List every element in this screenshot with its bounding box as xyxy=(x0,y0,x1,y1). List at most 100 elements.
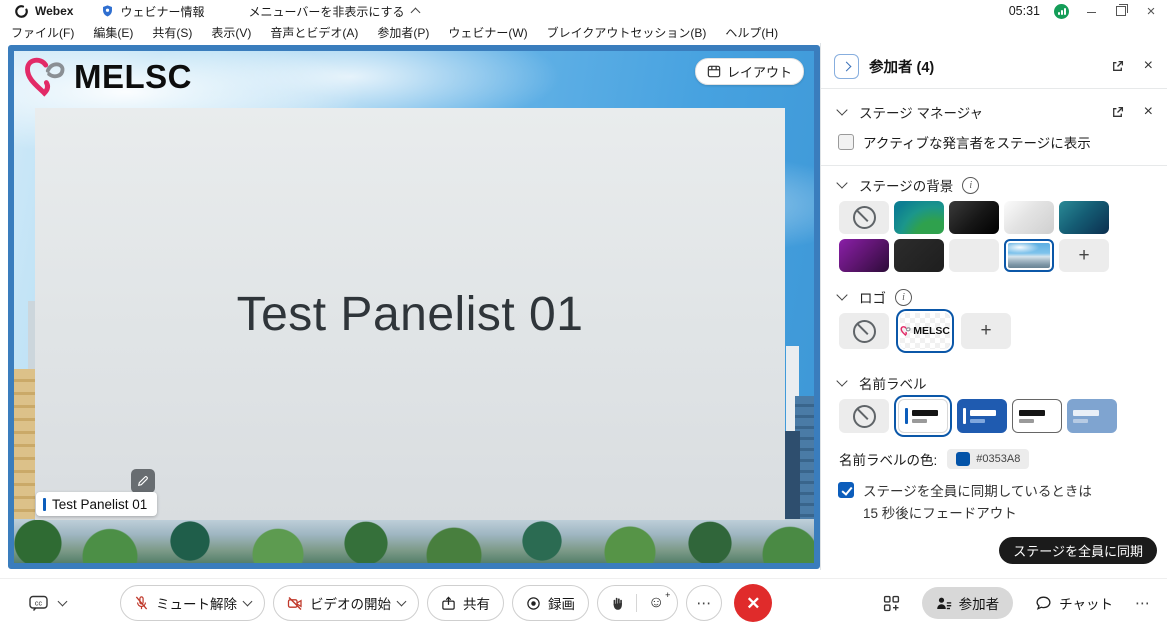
color-swatch xyxy=(956,452,970,466)
name-label-option-outline[interactable] xyxy=(1012,399,1062,433)
menu-participants[interactable]: 参加者(P) xyxy=(374,23,432,42)
menu-audio-video[interactable]: 音声とビデオ(A) xyxy=(267,23,361,42)
logo-option-none[interactable] xyxy=(839,313,889,349)
chevron-down-icon[interactable] xyxy=(836,104,847,115)
name-label-option-accent-bar-selected[interactable] xyxy=(898,399,948,433)
chevron-down-icon[interactable] xyxy=(58,597,68,607)
divider xyxy=(821,88,1167,89)
none-icon xyxy=(853,405,876,428)
apps-icon[interactable] xyxy=(883,595,900,612)
active-speaker-checkbox[interactable] xyxy=(838,134,854,150)
background-option-city-selected[interactable] xyxy=(1004,239,1054,272)
webex-window: Webex ウェビナー情報 メニューバーを非表示にする 05:31 × ファイル… xyxy=(0,0,1167,625)
reactions-group: ☺+ xyxy=(597,585,678,621)
menu-share[interactable]: 共有(S) xyxy=(149,23,195,42)
layout-button[interactable]: レイアウト xyxy=(695,58,804,85)
background-option-white[interactable] xyxy=(1004,201,1054,234)
menu-edit[interactable]: 編集(E) xyxy=(90,23,136,42)
pop-out-icon[interactable] xyxy=(1111,106,1124,119)
raise-hand-icon[interactable] xyxy=(611,596,625,611)
unmute-button[interactable]: ミュート解除 xyxy=(120,585,265,621)
sync-fade-checkbox[interactable] xyxy=(838,482,854,498)
background-option-black-gradient[interactable] xyxy=(949,201,999,234)
more-panels-button[interactable]: ⋯ xyxy=(1135,594,1151,612)
participant-video-tile[interactable]: Test Panelist 01 xyxy=(35,108,785,520)
pop-out-icon[interactable] xyxy=(1111,60,1124,73)
restore-button[interactable] xyxy=(1113,4,1129,19)
menu-help[interactable]: ヘルプ(H) xyxy=(722,23,781,42)
minimize-button[interactable] xyxy=(1083,4,1099,19)
title-bar: Webex ウェビナー情報 メニューバーを非表示にする 05:31 × xyxy=(0,0,1167,22)
stage-preview: MELSC レイアウト Test Panelist 01 Test Paneli… xyxy=(8,45,820,569)
participants-panel: 参加者 (4) × ステージ マネージャ × xyxy=(820,43,1167,570)
chevron-down-icon[interactable] xyxy=(836,177,847,188)
background-option-teal-navy[interactable] xyxy=(1059,201,1109,234)
stage-logo-text: MELSC xyxy=(74,58,192,96)
share-label: 共有 xyxy=(463,593,490,613)
closed-caption-icon[interactable]: cc xyxy=(28,595,49,612)
close-stage-manager-icon[interactable]: × xyxy=(1144,104,1153,120)
name-label-option-blue[interactable] xyxy=(957,399,1007,433)
close-panel-icon[interactable]: × xyxy=(1144,58,1153,74)
start-video-button[interactable]: ビデオの開始 xyxy=(273,585,419,621)
leave-meeting-button[interactable]: ✕ xyxy=(734,584,772,622)
panel-title: 参加者 (4) xyxy=(869,56,934,77)
control-toolbar: cc ミュート解除 ビデオの開始 xyxy=(0,578,1167,625)
webex-brand: Webex xyxy=(0,4,73,19)
participants-toggle-button[interactable]: 参加者 xyxy=(922,587,1014,619)
stage-background-header: ステージの背景 i xyxy=(821,174,1167,196)
collapse-panel-button[interactable] xyxy=(834,54,859,79)
none-icon xyxy=(853,206,876,229)
start-video-label: ビデオの開始 xyxy=(310,593,391,613)
name-label-option-none[interactable] xyxy=(839,399,889,433)
background-option-purple[interactable] xyxy=(839,239,889,272)
sync-stage-button[interactable]: ステージを全員に同期 xyxy=(999,537,1157,564)
hide-menubar-button[interactable]: メニューバーを非表示にする xyxy=(248,3,418,20)
chevron-down-icon xyxy=(243,597,253,607)
share-button[interactable]: 共有 xyxy=(427,585,504,621)
logo-add-button[interactable]: + xyxy=(961,313,1011,349)
connection-quality-icon[interactable] xyxy=(1054,4,1069,19)
menu-breakout-session[interactable]: ブレイクアウトセッション(B) xyxy=(544,23,710,42)
name-label-option-light-blue[interactable] xyxy=(1067,399,1117,433)
background-option-none[interactable] xyxy=(839,201,889,234)
active-speaker-option: アクティブな発言者をステージに表示 xyxy=(838,132,1091,152)
record-label: 録画 xyxy=(548,593,575,613)
menu-webinar[interactable]: ウェビナー(W) xyxy=(445,23,530,42)
participants-toggle-label: 参加者 xyxy=(959,593,1000,613)
chevron-down-icon[interactable] xyxy=(836,375,847,386)
share-icon xyxy=(441,596,456,611)
participant-tile-name: Test Panelist 01 xyxy=(237,287,584,342)
sync-fade-label-line1: ステージを全員に同期しているときは xyxy=(863,480,1092,500)
name-label-color-row: 名前ラベルの色: #0353A8 xyxy=(839,449,1029,469)
close-window-button[interactable]: × xyxy=(1143,3,1159,20)
background-add-button[interactable]: + xyxy=(1059,239,1109,272)
active-speaker-label: アクティブな発言者をステージに表示 xyxy=(863,132,1091,152)
name-label-color-picker[interactable]: #0353A8 xyxy=(947,449,1029,469)
background-option-green[interactable] xyxy=(894,201,944,234)
chevron-down-icon[interactable] xyxy=(836,289,847,300)
background-trees xyxy=(14,519,814,563)
info-icon[interactable]: i xyxy=(895,289,912,306)
record-icon xyxy=(526,596,541,611)
background-option-light[interactable] xyxy=(949,239,999,272)
more-options-button[interactable]: ⋯ xyxy=(686,585,722,621)
record-button[interactable]: 録画 xyxy=(512,585,589,621)
menu-view[interactable]: 表示(V) xyxy=(208,23,254,42)
edit-name-label-button[interactable] xyxy=(131,469,155,493)
stage-manager-title: ステージ マネージャ xyxy=(859,102,983,122)
logo-option-melsc-selected[interactable]: MELSC xyxy=(900,313,950,349)
reactions-icon[interactable]: ☺+ xyxy=(648,595,664,611)
layout-button-label: レイアウト xyxy=(727,62,792,81)
video-off-icon xyxy=(287,596,303,611)
background-option-dark[interactable] xyxy=(894,239,944,272)
name-label-options-row xyxy=(839,399,1117,433)
call-controls: ミュート解除 ビデオの開始 共有 xyxy=(120,585,772,621)
chat-toggle-button[interactable]: チャット xyxy=(1035,593,1113,613)
info-icon[interactable]: i xyxy=(962,177,979,194)
pencil-icon xyxy=(137,475,149,487)
webinar-info-button[interactable]: ウェビナー情報 xyxy=(101,3,204,20)
background-options-row-1 xyxy=(839,201,1109,234)
none-icon xyxy=(853,320,876,343)
menu-file[interactable]: ファイル(F) xyxy=(8,23,77,42)
